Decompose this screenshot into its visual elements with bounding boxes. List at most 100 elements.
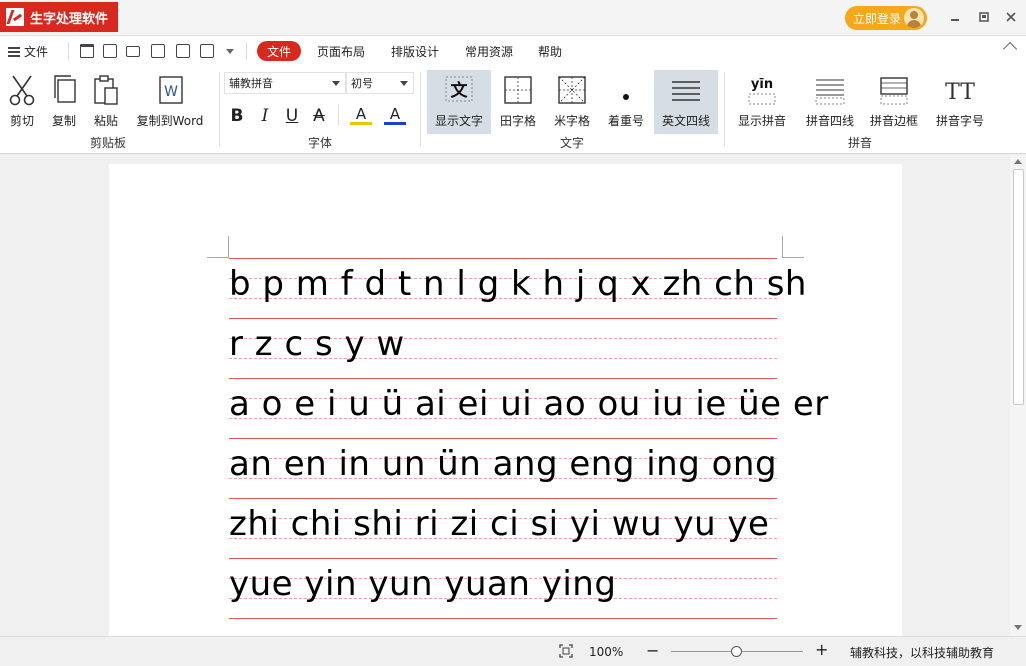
english-four-lines-label: 英文四线 bbox=[661, 114, 710, 128]
minimize-icon[interactable] bbox=[946, 9, 964, 25]
pinyin-font-size-button[interactable]: TT 拼音字号 bbox=[934, 70, 986, 134]
cut-button[interactable]: 剪切 bbox=[4, 70, 40, 134]
margin-corner-top-left bbox=[207, 236, 229, 258]
pinyin-group-label: 拼音 bbox=[848, 136, 873, 150]
pinyin-line[interactable]: an en in un ün ang eng ing ong bbox=[229, 438, 778, 499]
tab-typesetting[interactable]: 排版设计 bbox=[386, 41, 444, 61]
pinyin-text: yue yin yun yuan ying bbox=[229, 564, 617, 604]
four-lines-icon bbox=[671, 74, 701, 106]
restore-icon[interactable] bbox=[975, 9, 993, 25]
quick-access-dropdown-icon[interactable] bbox=[226, 49, 234, 54]
file-menu-button[interactable]: 文件 bbox=[8, 43, 48, 60]
show-pinyin-icon: yīn bbox=[747, 74, 777, 106]
print-icon[interactable] bbox=[126, 46, 140, 57]
login-button[interactable]: 立即登录 bbox=[845, 6, 927, 30]
font-name-select[interactable]: 辅教拼音 bbox=[224, 72, 346, 94]
show-text-icon: 文 bbox=[444, 74, 474, 106]
pinyin-line[interactable]: zhi chi shi ri zi ci si yi wu yu ye bbox=[229, 498, 777, 559]
pinyin-text: a o e i u ü ai ei ui ao ou iu ie üe er bbox=[229, 384, 829, 424]
underline-button[interactable]: U bbox=[281, 105, 303, 127]
divider bbox=[338, 104, 339, 126]
font-size-select[interactable]: 初号 bbox=[346, 72, 414, 94]
font-group-label: 字体 bbox=[308, 136, 333, 150]
fit-page-icon[interactable] bbox=[559, 644, 573, 658]
font-size-value: 初号 bbox=[351, 77, 373, 90]
tab-page-layout[interactable]: 页面布局 bbox=[312, 41, 370, 61]
emphasis-dot-icon bbox=[611, 74, 641, 106]
tab-help[interactable]: 帮助 bbox=[534, 41, 566, 61]
zoom-out-button[interactable]: − bbox=[646, 641, 659, 660]
paste-button[interactable]: 粘贴 bbox=[88, 70, 124, 134]
close-icon[interactable] bbox=[1002, 9, 1020, 25]
login-label: 立即登录 bbox=[853, 11, 902, 26]
show-pinyin-button[interactable]: yīn 显示拼音 bbox=[734, 70, 790, 134]
tian-grid-button[interactable]: 田字格 bbox=[496, 70, 540, 134]
english-four-lines-button[interactable]: 英文四线 bbox=[654, 70, 718, 134]
pinyin-line[interactable]: a o e i u ü ai ei ui ao ou iu ie üe er bbox=[229, 378, 828, 439]
pinyin-line[interactable]: yue yin yun yuan ying bbox=[229, 558, 777, 619]
app-title: 生字处理软件 bbox=[30, 11, 109, 27]
scroll-down-icon[interactable] bbox=[1014, 625, 1022, 630]
strikethrough-button[interactable]: A bbox=[308, 105, 330, 127]
pinyin-line[interactable]: r z c s y w bbox=[229, 318, 777, 379]
font-color-button[interactable]: A bbox=[384, 105, 406, 125]
app-badge: 生字处理软件 bbox=[0, 2, 118, 32]
tab-common-resources[interactable]: 常用资源 bbox=[460, 41, 518, 61]
pinyin-text: an en in un ün ang eng ing ong bbox=[229, 444, 778, 484]
open-folder-icon[interactable] bbox=[80, 44, 94, 58]
menu-bar: 文件 文件 页面布局 排版设计 常用资源 帮助 bbox=[0, 36, 1026, 66]
show-pinyin-glyph: yīn bbox=[751, 77, 773, 92]
clipboard-icon bbox=[91, 74, 121, 106]
scroll-thumb[interactable] bbox=[1013, 169, 1024, 405]
italic-button[interactable]: I bbox=[254, 105, 276, 127]
zoom-percentage: 100% bbox=[589, 645, 624, 659]
pinyin-four-lines-button[interactable]: 拼音四线 bbox=[802, 70, 858, 134]
pinyin-border-icon bbox=[879, 74, 909, 106]
zoom-slider[interactable] bbox=[671, 646, 803, 657]
word-icon-glyph: W bbox=[164, 84, 178, 100]
footer-slogan: 辅教科技，以科技辅助教育 bbox=[850, 646, 995, 660]
group-divider bbox=[724, 72, 725, 146]
show-text-label: 显示文字 bbox=[434, 114, 483, 128]
avatar-icon bbox=[904, 8, 924, 28]
export-icon[interactable] bbox=[176, 44, 190, 58]
zoom-in-button[interactable]: + bbox=[815, 640, 828, 659]
chevron-down-icon bbox=[332, 81, 340, 86]
mi-grid-button[interactable]: 米字格 bbox=[550, 70, 594, 134]
font-name-value: 辅教拼音 bbox=[229, 77, 273, 90]
pinyin-line[interactable]: b p m f d t n l g k h j q x zh ch sh bbox=[229, 258, 806, 319]
collapse-ribbon-icon[interactable] bbox=[1002, 41, 1018, 57]
tab-file[interactable]: 文件 bbox=[257, 41, 301, 61]
margin-corner-top-right bbox=[782, 236, 804, 258]
copy-icon bbox=[49, 74, 79, 106]
save-icon[interactable] bbox=[103, 44, 117, 58]
title-bar: 生字处理软件 立即登录 bbox=[0, 0, 1026, 36]
copy-button[interactable]: 复制 bbox=[46, 70, 82, 134]
vertical-scrollbar[interactable] bbox=[1010, 155, 1026, 636]
word-icon: W bbox=[155, 74, 185, 106]
file-menu-label: 文件 bbox=[24, 45, 49, 59]
pinyin-four-lines-icon bbox=[815, 74, 845, 106]
cut-label: 剪切 bbox=[9, 114, 34, 128]
show-text-button[interactable]: 文 显示文字 bbox=[427, 70, 491, 134]
print-preview-icon[interactable] bbox=[151, 44, 165, 58]
image-export-icon[interactable] bbox=[200, 44, 214, 58]
emphasis-dot-label: 着重号 bbox=[607, 114, 644, 128]
hamburger-icon bbox=[8, 46, 20, 57]
pinyin-size-glyph: TT bbox=[945, 80, 975, 105]
copy-to-word-button[interactable]: W 复制到Word bbox=[134, 70, 206, 134]
highlight-color-button[interactable]: A bbox=[350, 105, 372, 125]
copy-to-word-label: 复制到Word bbox=[136, 114, 204, 128]
pinyin-border-label: 拼音边框 bbox=[869, 114, 918, 128]
scroll-up-icon[interactable] bbox=[1014, 159, 1022, 164]
paste-label: 粘贴 bbox=[93, 114, 118, 128]
pinyin-border-button[interactable]: 拼音边框 bbox=[868, 70, 920, 134]
zoom-slider-thumb[interactable] bbox=[731, 646, 742, 657]
clipboard-group-label: 剪贴板 bbox=[90, 136, 127, 150]
tian-grid-label: 田字格 bbox=[499, 114, 536, 128]
scissors-icon bbox=[7, 74, 37, 106]
pinyin-font-size-label: 拼音字号 bbox=[935, 114, 984, 128]
font-size-icon: TT bbox=[945, 74, 975, 106]
bold-button[interactable]: B bbox=[226, 105, 248, 127]
emphasis-dot-button[interactable]: 着重号 bbox=[604, 70, 648, 134]
